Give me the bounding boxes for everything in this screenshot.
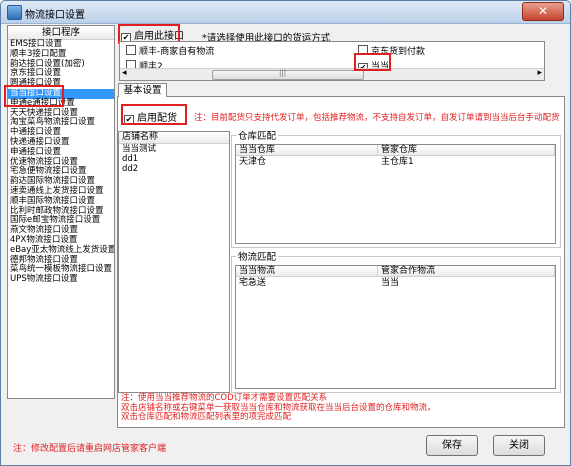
- enable-distribution-highlight: [121, 104, 187, 125]
- store-row[interactable]: dd2: [119, 164, 229, 174]
- table-cell[interactable]: 当当: [378, 278, 399, 289]
- scrollbar-thumb[interactable]: |||: [212, 69, 364, 80]
- title-bar[interactable]: 物流接口设置 ✕: [1, 1, 570, 24]
- tab-basic-settings[interactable]: 基本设置: [118, 83, 167, 97]
- store-list[interactable]: 店铺名称 当当测试 dd1 dd2: [118, 131, 230, 393]
- interface-list-item[interactable]: UPS物流接口设置: [8, 274, 114, 285]
- selection-highlight-box: [4, 85, 64, 107]
- distribution-note: 注：目前配货只支持代发订单，包括推荐物流，不支持自发订单，自发订单请到当当后台手…: [194, 113, 560, 123]
- store-row[interactable]: dd1: [119, 154, 229, 164]
- restart-note: 注：修改配置后请重启网店管家客户端: [13, 444, 167, 454]
- matching-instructions: 注：使用当当推荐物流的COD订单才需要设置匹配关系 双击店铺名称或右键菜单一获取…: [121, 393, 436, 422]
- app-icon: [7, 5, 22, 20]
- table-cell[interactable]: 主仓库1: [378, 157, 414, 168]
- close-button[interactable]: 关闭: [493, 435, 545, 456]
- logistics-matching-table[interactable]: 当当物流 管家合作物流 宅急送 当当: [235, 265, 556, 389]
- horizontal-scrollbar[interactable]: ◂ ||| ▸: [120, 68, 544, 80]
- store-list-header: 店铺名称: [119, 132, 229, 144]
- dialog-window: 物流接口设置 ✕ 接口程序 EMS接口设置 顺丰3接口配置 韵达接口设置(加密) 京东…: [0, 0, 571, 466]
- warehouse-matching-legend: 仓库匹配: [238, 131, 277, 142]
- dangdang-option-highlight: [354, 53, 391, 71]
- scroll-right-icon[interactable]: ▸: [537, 68, 542, 78]
- interface-list[interactable]: 接口程序 EMS接口设置 顺丰3接口配置 韵达接口设置(加密) 京东接口设置 圆通接口设…: [7, 25, 115, 399]
- store-row[interactable]: 当当测试: [119, 144, 229, 154]
- column-header[interactable]: 当当仓库: [236, 145, 378, 156]
- table-cell[interactable]: 天津仓: [236, 157, 266, 168]
- save-button[interactable]: 保存: [426, 435, 478, 456]
- window-title: 物流接口设置: [25, 10, 85, 21]
- warehouse-matching-table[interactable]: 当当仓库 管家仓库 天津仓 主仓库1: [235, 144, 556, 244]
- column-header[interactable]: 管家仓库: [378, 145, 555, 156]
- column-header[interactable]: 管家合作物流: [378, 266, 555, 277]
- close-window-button[interactable]: ✕: [522, 2, 564, 21]
- column-header[interactable]: 当当物流: [236, 266, 378, 277]
- interface-list-header: 接口程序: [8, 26, 114, 40]
- scroll-left-icon[interactable]: ◂: [122, 68, 127, 78]
- table-cell[interactable]: 宅急送: [236, 278, 266, 289]
- shipping-methods-list[interactable]: 顺丰-商家自有物流 顺丰2 京东货到付款 ✔当当 ◂ ||| ▸: [119, 41, 545, 81]
- logistics-matching-legend: 物流匹配: [238, 252, 277, 263]
- checkbox-icon[interactable]: [126, 45, 136, 55]
- shipping-method-option[interactable]: 顺丰-商家自有物流: [126, 44, 214, 57]
